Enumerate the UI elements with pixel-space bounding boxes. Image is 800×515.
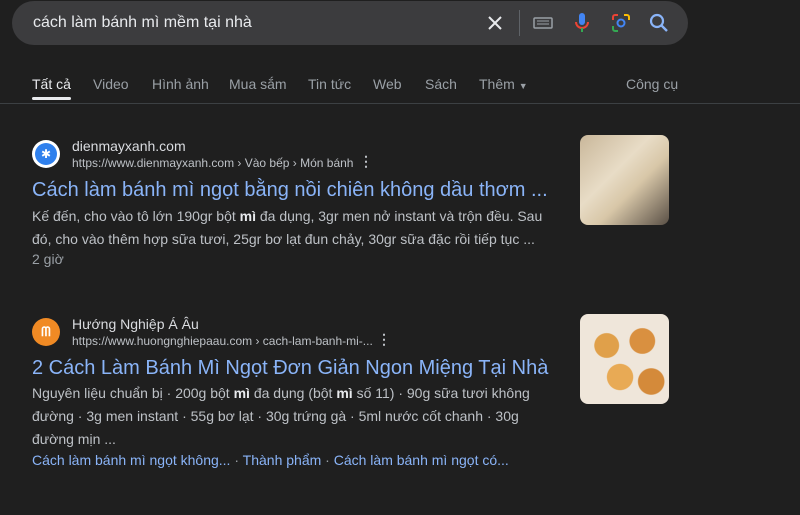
tab-news[interactable]: Tin tức — [308, 76, 351, 92]
snippet-bold: mì — [336, 385, 353, 401]
search-icon[interactable] — [647, 11, 671, 35]
result-url[interactable]: https://www.huongnghiepaau.com › cach-la… — [72, 334, 373, 348]
sitelinks: Cách làm bánh mì ngọt không... · Thành p… — [32, 452, 509, 468]
sitelink[interactable]: Thành phẩm — [243, 452, 322, 468]
sitelink[interactable]: Cách làm bánh mì ngọt không... — [32, 452, 230, 468]
divider — [519, 10, 520, 36]
microphone-icon[interactable] — [570, 11, 594, 35]
tab-images[interactable]: Hình ảnh — [152, 76, 209, 92]
tab-books[interactable]: Sách — [425, 76, 457, 92]
site-name[interactable]: dienmayxanh.com — [72, 138, 186, 154]
result-thumbnail[interactable] — [580, 135, 669, 225]
clear-icon[interactable] — [483, 11, 507, 35]
snippet-text: Kế đến, cho vào tô lớn 190gr bột — [32, 208, 240, 224]
result-url[interactable]: https://www.dienmayxanh.com › Vào bếp › … — [72, 156, 353, 170]
result-title-link[interactable]: 2 Cách Làm Bánh Mì Ngọt Đơn Giản Ngon Mi… — [32, 357, 548, 380]
snippet-text: đa dụng (bột — [249, 385, 337, 401]
tab-more[interactable]: Thêm ▼ — [479, 76, 528, 92]
result-snippet: Kế đến, cho vào tô lớn 190gr bột mì đa d… — [32, 205, 562, 251]
result-time: 2 giờ — [32, 251, 64, 267]
more-options-icon[interactable]: ⋮ — [377, 331, 391, 348]
search-tabs: Tất cả Video Hình ảnh Mua sắm Tin tức We… — [0, 76, 800, 104]
caret-down-icon: ▼ — [518, 81, 528, 91]
snippet-bold: mì — [233, 385, 250, 401]
snippet-bold: mì — [239, 208, 256, 224]
search-input[interactable]: cách làm bánh mì mềm tại nhà — [33, 14, 252, 32]
tools-button[interactable]: Công cụ — [626, 76, 678, 92]
snippet-text: Nguyên liệu chuẩn bị · 200g bột — [32, 385, 234, 401]
tab-shopping[interactable]: Mua sắm — [229, 76, 287, 92]
result-snippet: Nguyên liệu chuẩn bị · 200g bột mì đa dụ… — [32, 382, 562, 451]
result-title-link[interactable]: Cách làm bánh mì ngọt bằng nồi chiên khô… — [32, 179, 548, 202]
site-name[interactable]: Hướng Nghiệp Á Âu — [72, 316, 199, 332]
site-favicon: ✱ — [32, 140, 60, 168]
sitelink[interactable]: Cách làm bánh mì ngọt có... — [334, 452, 509, 468]
lens-icon[interactable] — [609, 11, 633, 35]
tab-web[interactable]: Web — [373, 76, 402, 92]
site-favicon: ᗰ — [32, 318, 60, 346]
tab-more-label: Thêm — [479, 76, 515, 92]
search-bar[interactable]: cách làm bánh mì mềm tại nhà — [12, 1, 688, 45]
more-options-icon[interactable]: ⋮ — [359, 153, 373, 170]
keyboard-icon[interactable] — [531, 11, 555, 35]
tab-all[interactable]: Tất cả — [32, 76, 71, 100]
result-thumbnail[interactable] — [580, 314, 669, 404]
tab-video[interactable]: Video — [93, 76, 129, 92]
